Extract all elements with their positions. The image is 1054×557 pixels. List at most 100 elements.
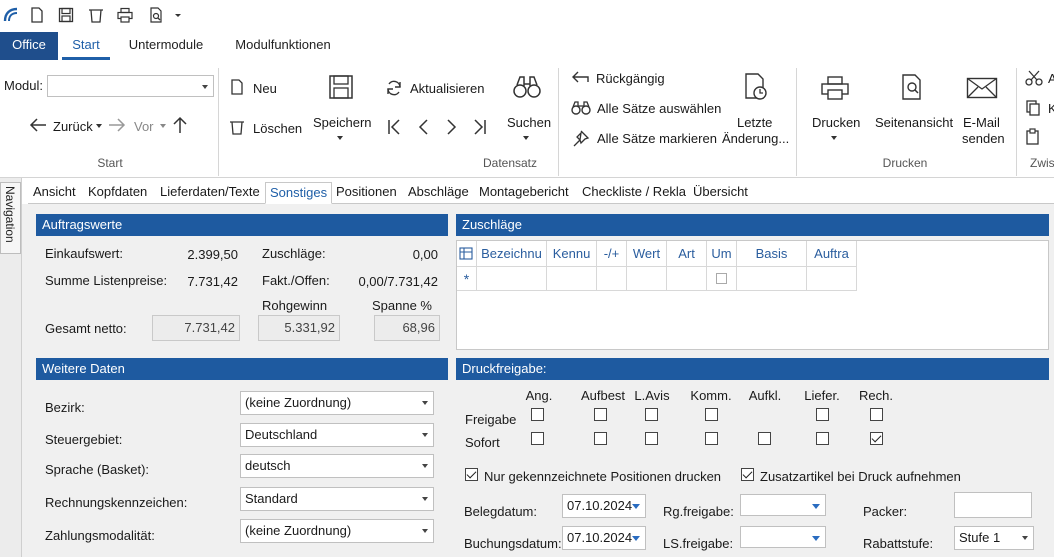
rgfreigabe-field[interactable] — [740, 494, 826, 516]
modul-select[interactable] — [47, 75, 214, 97]
new-record-icon[interactable] — [229, 78, 245, 96]
back-arrow-icon[interactable] — [28, 116, 48, 134]
bezirk-select[interactable]: (keine Zuordnung) — [240, 391, 434, 415]
column-header[interactable]: Wert — [627, 241, 667, 267]
sofort-lavis-checkbox[interactable] — [645, 432, 658, 445]
tab-modulfunktionen[interactable]: Modulfunktionen — [224, 32, 342, 60]
new-document-icon[interactable] — [28, 6, 46, 24]
email-label-1[interactable]: E-Mail — [963, 115, 1000, 130]
lsfreigabe-field[interactable] — [740, 526, 826, 548]
sofort-aufkl-checkbox[interactable] — [758, 432, 771, 445]
copy-icon[interactable] — [1025, 99, 1041, 117]
grid-cell[interactable] — [477, 267, 547, 291]
refresh-button[interactable]: Aktualisieren — [410, 81, 484, 96]
print-preview-icon[interactable] — [147, 6, 165, 24]
column-header[interactable]: -/+ — [597, 241, 627, 267]
print-dropdown-icon[interactable] — [831, 136, 837, 140]
email-icon[interactable] — [966, 77, 998, 99]
email-label-2[interactable]: senden — [962, 131, 1005, 146]
copy-button[interactable]: K — [1048, 101, 1054, 116]
last-record-icon[interactable] — [472, 117, 488, 137]
tab-checkliste[interactable]: Checkliste / Rekla — [582, 182, 686, 204]
undo-icon[interactable] — [570, 70, 590, 86]
previous-record-icon[interactable] — [416, 117, 430, 137]
tab-lieferdaten[interactable]: Lieferdaten/Texte — [160, 182, 260, 204]
mark-all-button[interactable]: Alle Sätze markieren — [597, 131, 717, 146]
steuergebiet-select[interactable]: Deutschland — [240, 423, 434, 447]
grid-cell[interactable] — [667, 267, 707, 291]
rechnungskennzeichen-select[interactable]: Standard — [240, 487, 434, 511]
grid-cell[interactable] — [737, 267, 807, 291]
tab-office[interactable]: Office — [0, 32, 58, 60]
freigabe-komm-checkbox[interactable] — [705, 408, 718, 421]
um-checkbox[interactable] — [716, 273, 727, 284]
history-icon[interactable] — [743, 72, 769, 102]
forward-dropdown-icon[interactable] — [160, 124, 166, 128]
first-record-icon[interactable] — [386, 117, 402, 137]
print-icon[interactable] — [116, 6, 134, 24]
grid-cell[interactable] — [547, 267, 597, 291]
save-icon[interactable] — [57, 6, 75, 24]
tab-montagebericht[interactable]: Montagebericht — [479, 182, 569, 204]
new-button[interactable]: Neu — [253, 81, 277, 96]
zahlungsmodalitaet-select[interactable]: (keine Zuordnung) — [240, 519, 434, 543]
undo-button[interactable]: Rückgängig — [596, 71, 665, 86]
tab-uebersicht[interactable]: Übersicht — [693, 182, 748, 204]
up-arrow-icon[interactable] — [171, 115, 189, 135]
column-header[interactable]: Auftra — [807, 241, 857, 267]
rabattstufe-select[interactable]: Stufe 1 — [954, 526, 1034, 550]
freigabe-lavis-checkbox[interactable] — [645, 408, 658, 421]
forward-arrow-icon[interactable] — [107, 116, 127, 134]
column-header[interactable]: Art — [667, 241, 707, 267]
dropdown-arrow-icon[interactable] — [173, 6, 183, 24]
calendar-dropdown-icon[interactable] — [632, 536, 640, 541]
back-button[interactable]: Zurück — [53, 119, 93, 134]
sprache-select[interactable]: deutsch — [240, 454, 434, 478]
select-all-button[interactable]: Alle Sätze auswählen — [597, 101, 721, 116]
back-dropdown-icon[interactable] — [96, 124, 102, 128]
forward-button[interactable]: Vor — [134, 119, 154, 134]
refresh-icon[interactable] — [385, 79, 403, 97]
last-change-label-1[interactable]: Letzte — [737, 115, 772, 130]
save-button[interactable]: Speichern — [313, 115, 372, 130]
freigabe-aufbest-checkbox[interactable] — [594, 408, 607, 421]
tab-kopfdaten[interactable]: Kopfdaten — [88, 182, 147, 204]
tab-ansicht[interactable]: Ansicht — [33, 182, 76, 204]
binoculars-icon[interactable] — [512, 74, 542, 100]
zusatzartikel-label[interactable]: Zusatzartikel bei Druck aufnehmen — [760, 469, 961, 484]
sofort-aufbest-checkbox[interactable] — [594, 432, 607, 445]
next-record-icon[interactable] — [445, 117, 459, 137]
grid-cell[interactable] — [627, 267, 667, 291]
page-preview-button[interactable]: Seitenansicht — [875, 115, 953, 130]
nur-gekennzeichnete-checkbox[interactable] — [465, 468, 478, 481]
tab-positionen[interactable]: Positionen — [336, 182, 397, 204]
calendar-dropdown-icon[interactable] — [632, 504, 640, 509]
sofort-komm-checkbox[interactable] — [705, 432, 718, 445]
search-dropdown-icon[interactable] — [523, 136, 529, 140]
save-large-icon[interactable] — [328, 74, 354, 100]
tab-untermodule[interactable]: Untermodule — [118, 32, 214, 60]
save-dropdown-icon[interactable] — [337, 136, 343, 140]
delete-icon[interactable] — [87, 6, 105, 24]
calendar-dropdown-icon[interactable] — [812, 536, 820, 541]
paste-icon[interactable] — [1025, 128, 1041, 146]
search-button[interactable]: Suchen — [507, 115, 551, 130]
zusatzartikel-checkbox[interactable] — [741, 468, 754, 481]
delete-record-icon[interactable] — [228, 118, 246, 136]
freigabe-liefer-checkbox[interactable] — [816, 408, 829, 421]
cut-icon[interactable] — [1025, 70, 1043, 86]
tab-start[interactable]: Start — [62, 32, 110, 60]
printer-large-icon[interactable] — [820, 75, 850, 101]
last-change-label-2[interactable]: Änderung... — [722, 131, 789, 146]
grid-corner[interactable] — [457, 241, 477, 267]
calendar-dropdown-icon[interactable] — [812, 504, 820, 509]
packer-input[interactable] — [954, 492, 1032, 518]
tab-sonstiges[interactable]: Sonstiges — [265, 182, 333, 204]
sofort-ang-checkbox[interactable] — [531, 432, 544, 445]
buchungsdatum-field[interactable]: 07.10.2024 — [562, 526, 646, 550]
grid-cell[interactable] — [807, 267, 857, 291]
belegdatum-field[interactable]: 07.10.2024 — [562, 494, 646, 518]
print-button[interactable]: Drucken — [812, 115, 860, 130]
cut-button[interactable]: A — [1048, 71, 1054, 86]
column-header[interactable]: Bezeichnu — [477, 241, 547, 267]
